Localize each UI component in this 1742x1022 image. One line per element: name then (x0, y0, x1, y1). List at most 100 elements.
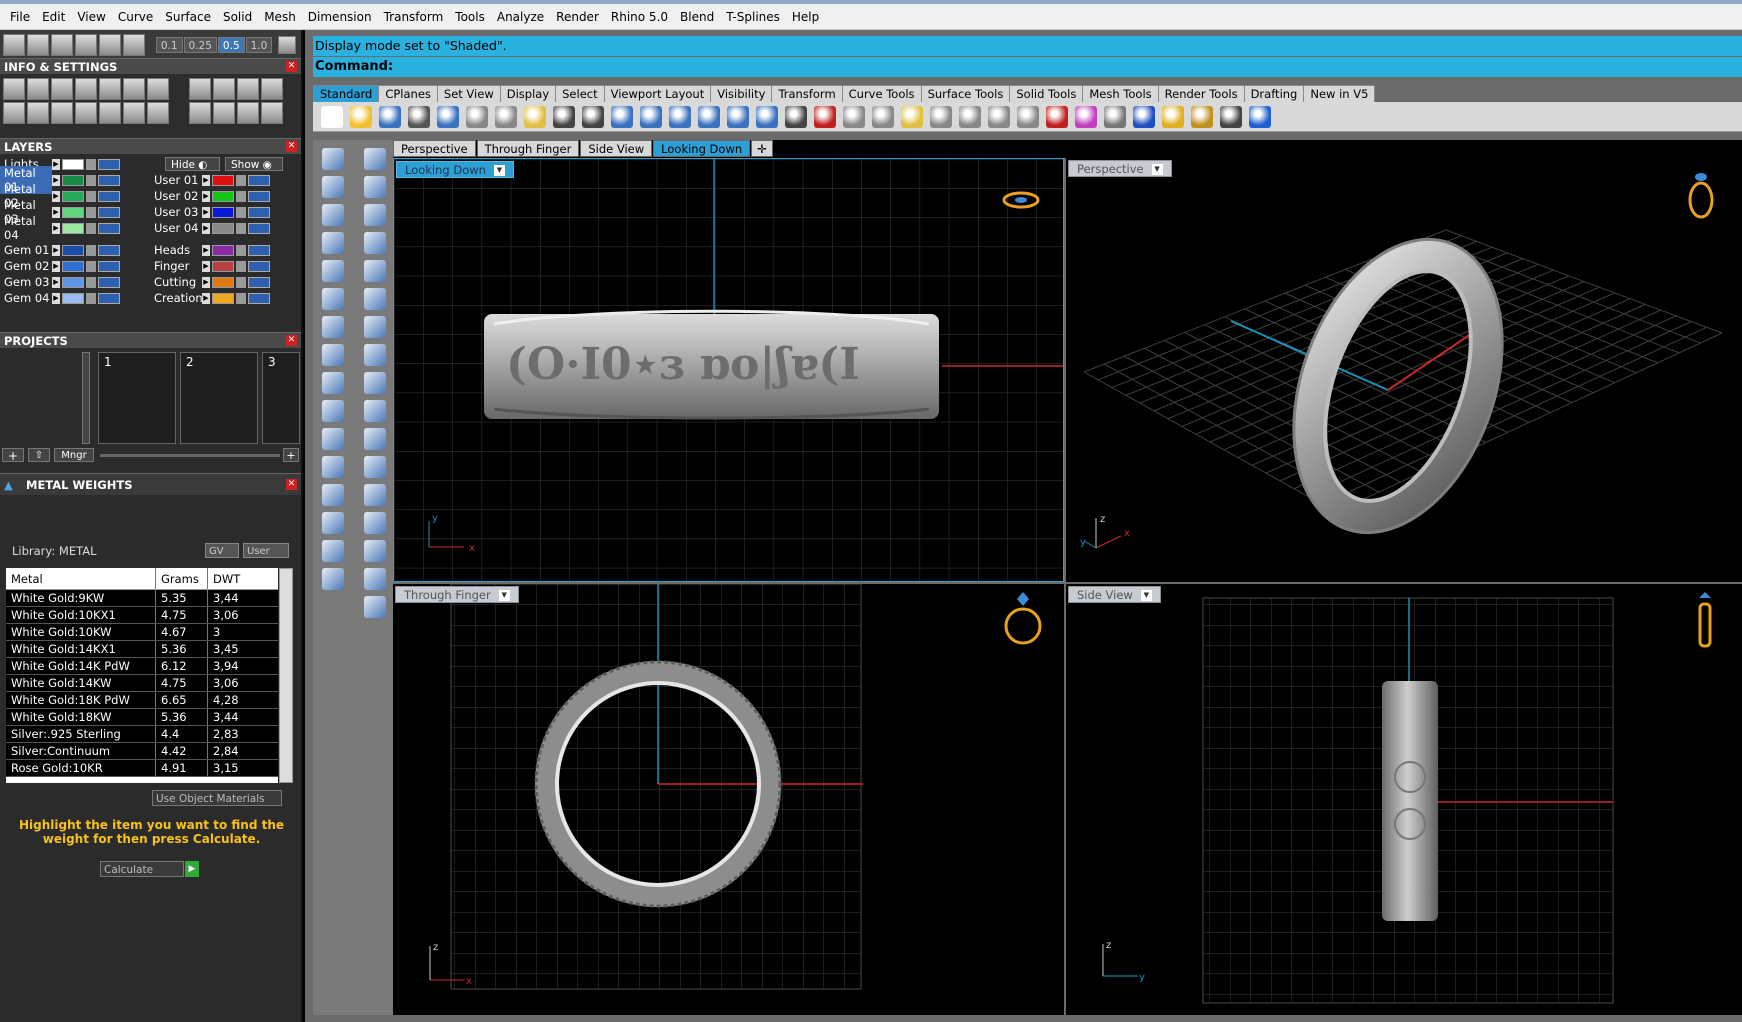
layer-row[interactable]: User 02 ▶ (150, 188, 272, 204)
save-icon[interactable] (379, 106, 401, 128)
visible-icon[interactable] (248, 260, 270, 272)
table-row[interactable]: White Gold:10KW 4.67 3 (6, 624, 278, 641)
select-icon[interactable] (901, 106, 923, 128)
gear-icon[interactable] (1191, 106, 1213, 128)
lights-swatch[interactable] (62, 158, 84, 170)
menu-render[interactable]: Render (550, 4, 605, 30)
arrow-icon[interactable] (123, 34, 145, 56)
expand-icon[interactable]: ▶ (202, 292, 210, 304)
lock-icon[interactable] (236, 276, 246, 288)
calculate-button[interactable]: ▶ (185, 861, 199, 877)
panel-icon[interactable] (147, 102, 169, 124)
secondary-tool-icon[interactable] (364, 232, 386, 254)
secondary-tool-icon[interactable] (364, 372, 386, 394)
lock-icon[interactable] (86, 276, 96, 288)
toolbar-tab[interactable]: Select (555, 85, 605, 102)
expand-icon[interactable]: ▶ (202, 174, 210, 186)
table-row[interactable]: White Gold:18KW 5.36 3,44 (6, 709, 278, 726)
left-tool-icon[interactable] (322, 344, 344, 366)
pan-icon[interactable] (582, 106, 604, 128)
visible-icon[interactable] (98, 158, 120, 170)
toolbar-tab[interactable]: Visibility (710, 85, 773, 102)
left-tool-icon[interactable] (322, 484, 344, 506)
lock-icon[interactable] (86, 206, 96, 218)
lock-icon[interactable] (86, 190, 96, 202)
close-icon[interactable]: ✕ (286, 335, 297, 346)
toolbar-tab[interactable]: Render Tools (1157, 85, 1245, 102)
grid-icon[interactable] (3, 34, 25, 56)
visible-icon[interactable] (98, 190, 120, 202)
lock-icon[interactable] (236, 292, 246, 304)
visible-icon[interactable] (248, 276, 270, 288)
expand-icon[interactable]: ▶ (52, 222, 60, 234)
dropdown-icon[interactable]: ▼ (1151, 164, 1163, 175)
layer-name[interactable]: Gem 03 (0, 275, 52, 289)
tab-looking-down[interactable]: Looking Down (653, 140, 751, 157)
copy-icon[interactable] (495, 106, 517, 128)
lock-icon[interactable] (236, 244, 246, 256)
scatter-icon[interactable] (123, 102, 145, 124)
table-row[interactable]: White Gold:14KX1 5.36 3,45 (6, 641, 278, 658)
project-cell-1[interactable]: 1 (98, 352, 176, 444)
sphere-icon[interactable] (1104, 106, 1126, 128)
layer-row[interactable]: Finger ▶ (150, 258, 272, 274)
secondary-tool-icon[interactable] (364, 344, 386, 366)
layer-color-swatch[interactable] (212, 206, 234, 218)
left-tool-icon[interactable] (322, 540, 344, 562)
expand-icon[interactable]: ▶ (202, 244, 210, 256)
toolbar-tab[interactable]: Curve Tools (841, 85, 922, 102)
cylinder-icon[interactable] (75, 102, 97, 124)
expand-icon[interactable]: ▶ (52, 174, 60, 186)
left-tool-icon[interactable] (322, 148, 344, 170)
snap-0-1[interactable]: 0.1 (155, 36, 183, 53)
expand-icon[interactable]: ▶ (202, 276, 210, 288)
secondary-tool-icon[interactable] (364, 568, 386, 590)
box-icon[interactable] (51, 102, 73, 124)
left-tool-icon[interactable] (322, 568, 344, 590)
expand-icon[interactable]: ▶ (202, 260, 210, 272)
secondary-tool-icon[interactable] (364, 288, 386, 310)
toolbar-tab[interactable]: Surface Tools (920, 85, 1011, 102)
viewport-label-perspective[interactable]: Perspective ▼ (1068, 160, 1172, 177)
lock-icon[interactable] (236, 260, 246, 272)
viewport-perspective[interactable]: x z y Perspective ▼ (1066, 158, 1742, 582)
toolbar-tab[interactable]: New in V5 (1303, 85, 1376, 102)
close-icon[interactable]: ✕ (286, 61, 297, 72)
expand-icon[interactable]: ▶ (52, 244, 60, 256)
snap-icon[interactable] (75, 34, 97, 56)
zoom-icon[interactable] (27, 78, 49, 100)
layer-color-swatch[interactable] (62, 260, 84, 272)
column-dwt[interactable]: DWT (208, 568, 268, 589)
menu-mesh[interactable]: Mesh (258, 4, 302, 30)
toolbar-tab[interactable]: Viewport Layout (603, 85, 712, 102)
menu-surface[interactable]: Surface (159, 4, 217, 30)
grid-icon[interactable] (785, 106, 807, 128)
lock-icon[interactable] (86, 158, 96, 170)
expand-icon[interactable]: ▶ (52, 158, 60, 170)
gv-toggle[interactable]: GV (205, 543, 239, 558)
visible-icon[interactable] (98, 174, 120, 186)
tab-through-finger[interactable]: Through Finger (476, 140, 580, 157)
light2-icon[interactable] (959, 106, 981, 128)
column-grams[interactable]: Grams (156, 568, 208, 589)
layer-color-swatch[interactable] (212, 244, 234, 256)
zoom-in-button[interactable]: + (283, 448, 299, 462)
layer-name[interactable]: User 02 (150, 189, 202, 203)
grid-toggle-icon[interactable] (278, 36, 297, 54)
toolbar-tab[interactable]: Standard (313, 85, 380, 102)
menu-tsplines[interactable]: T-Splines (720, 4, 786, 30)
layer-color-swatch[interactable] (62, 190, 84, 202)
table-row[interactable]: Silver:Continuum 4.42 2,84 (6, 743, 278, 760)
visible-icon[interactable] (248, 222, 270, 234)
secondary-tool-icon[interactable] (364, 148, 386, 170)
pointer-icon[interactable] (1162, 106, 1184, 128)
secondary-tool-icon[interactable] (364, 176, 386, 198)
tab-perspective[interactable]: Perspective (393, 140, 476, 157)
close-icon[interactable]: ✕ (286, 479, 297, 490)
menu-rhino5[interactable]: Rhino 5.0 (605, 4, 674, 30)
layer-color-swatch[interactable] (62, 222, 84, 234)
render-icon[interactable] (1133, 106, 1155, 128)
left-tool-icon[interactable] (322, 400, 344, 422)
layer-row[interactable]: Metal 04 ▶ (0, 214, 122, 242)
move-icon[interactable] (611, 106, 633, 128)
